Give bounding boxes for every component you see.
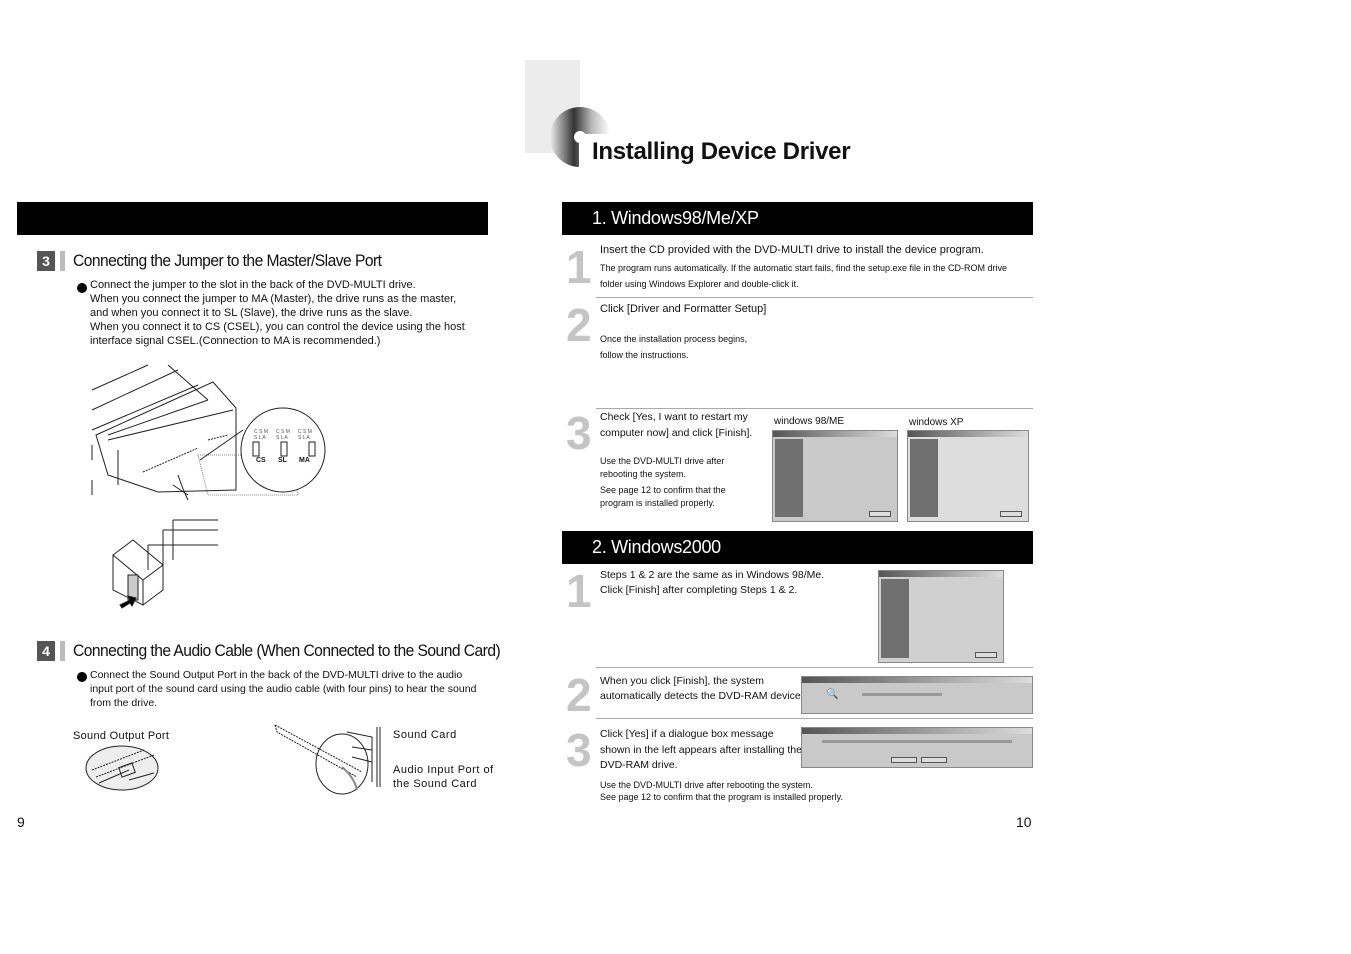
section-badge: 4 <box>37 641 55 661</box>
sound-card-label: Sound Card <box>393 729 457 741</box>
sound-output-port-label: Sound Output Port <box>73 730 170 742</box>
screenshot-restart-dialog <box>801 727 1033 768</box>
magnifier-icon: 🔍 <box>826 689 839 700</box>
win2000-footer-note: Use the DVD-MULTI drive after rebooting … <box>600 780 843 802</box>
screenshot-win2000-finish <box>878 570 1004 663</box>
step-number: 2 <box>566 669 592 721</box>
divider <box>596 297 1033 298</box>
step-number: 3 <box>566 724 592 776</box>
bullet-icon <box>77 672 87 682</box>
section-badge: 3 <box>37 251 55 271</box>
screenshot-winxp-finish <box>907 430 1029 522</box>
section-title: Connecting the Audio Cable (When Connect… <box>73 641 501 660</box>
section-title: Connecting the Jumper to the Master/Slav… <box>73 251 382 270</box>
step-text: Check [Yes, I want to restart my compute… <box>600 411 753 508</box>
step-text: When you click [Finish], the system auto… <box>600 675 804 702</box>
audio-input-port-label: Audio Input Port of the Sound Card <box>393 764 494 790</box>
screenshot-caption-98me: windows 98/ME <box>774 416 845 427</box>
step-number: 3 <box>566 407 592 459</box>
step-text: Insert the CD provided with the DVD-MULT… <box>600 244 1008 289</box>
section-body: Connect the Sound Output Port in the bac… <box>90 669 477 709</box>
svg-text:S L A: S L A <box>276 435 288 441</box>
page-number-right: 10 <box>1016 814 1032 830</box>
section-body: Connect the jumper to the slot in the ba… <box>90 279 465 347</box>
jumper-label-sl: SL <box>278 457 287 464</box>
svg-text:S L A: S L A <box>254 435 266 441</box>
badge-divider <box>60 251 65 271</box>
left-header-bar <box>17 202 488 235</box>
screenshot-detecting-devices: 🔍 <box>801 676 1033 714</box>
step-text: Steps 1 & 2 are the same as in Windows 9… <box>600 569 825 596</box>
step-number: 1 <box>566 565 592 617</box>
step-number: 1 <box>566 241 592 293</box>
jumper-label-cs: CS <box>256 457 266 464</box>
page-number-left: 9 <box>17 814 25 830</box>
jumper-drive-illustration: C S MC S MC S M S L AS L AS L A <box>91 364 326 609</box>
step-text: Click [Yes] if a dialogue box message sh… <box>600 728 802 771</box>
badge-divider <box>60 641 65 661</box>
bullet-icon <box>77 283 87 293</box>
screenshot-caption-xp: windows XP <box>909 417 964 428</box>
svg-text:S L A: S L A <box>298 435 310 441</box>
sound-output-port-illustration <box>85 745 159 791</box>
jumper-label-ma: MA <box>299 457 310 464</box>
sound-card-illustration <box>274 724 381 795</box>
section-header-win98: 1. Windows98/Me/XP <box>562 202 1033 235</box>
screenshot-win98-finish <box>772 430 898 522</box>
step-number: 2 <box>566 299 592 351</box>
section-header-win2000: 2. Windows2000 <box>562 531 1033 564</box>
step-text: Click [Driver and Formatter Setup] Once … <box>600 303 767 360</box>
page-title: Installing Device Driver <box>592 138 851 165</box>
divider <box>596 718 1033 719</box>
divider <box>596 667 1033 668</box>
